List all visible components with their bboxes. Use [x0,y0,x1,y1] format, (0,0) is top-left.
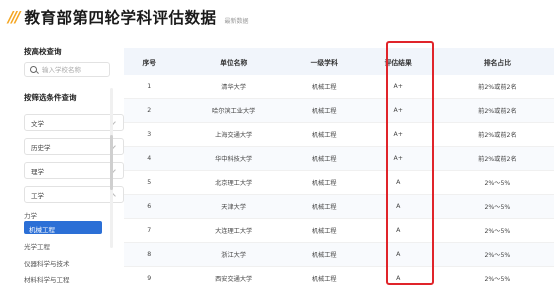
subcategory-item-materials-science[interactable]: 材料科学与工程 [24,274,70,284]
cell-ranking: 前2%或前2名 [478,84,517,91]
cell-ranking: 2%～5% [484,180,511,187]
cell-discipline: 机械工程 [311,228,337,235]
filter-category-science[interactable]: 理学 [24,162,124,179]
school-query-heading: 按高校查询 [24,47,62,56]
filter-category-engineering[interactable]: 工学 [24,186,124,203]
table-row: 3 上海交通大学 机械工程 A+ 前2%或前2名 [124,123,554,147]
sidebar-scrollbar-thumb[interactable] [110,135,113,190]
cell-index: 7 [147,227,152,234]
sidebar: 按高校查询 按筛选条件查询 文学 历史学 理学 工学 力学 机械工程 光学工程 … [20,40,124,286]
cell-index: 1 [147,83,152,90]
cell-discipline: 机械工程 [311,180,337,187]
filter-category-history[interactable]: 历史学 [24,138,124,155]
cell-school: 大连理工大学 [215,228,253,235]
title-decoration-icon: /// [8,8,21,26]
cell-discipline: 机械工程 [311,108,337,115]
table-row: 6 天津大学 机械工程 A 2%～5% [124,195,554,219]
filter-category-literature[interactable]: 文学 [24,114,124,131]
filter-category-label: 文学 [31,119,44,128]
cell-index: 5 [147,179,152,186]
column-header-discipline: 一级学科 [310,58,338,67]
cell-ranking: 2%～5% [484,228,511,235]
subcategory-item-mechanics[interactable]: 力学 [24,210,37,220]
cell-result: A [396,251,401,258]
cell-index: 3 [147,131,152,138]
cell-result: A+ [393,83,403,90]
cell-result: A [396,275,401,282]
column-header-index: 序号 [142,58,157,67]
cell-ranking: 前2%或前2名 [478,108,517,115]
results-table: 序号 单位名称 一级学科 评估结果 排名占比 1 清华大学 机械工程 A+ 前2… [124,42,554,286]
table-row: 1 清华大学 机械工程 A+ 前2%或前2名 [124,75,554,99]
cell-discipline: 机械工程 [311,252,337,259]
cell-index: 4 [147,155,152,162]
cell-ranking: 2%～5% [484,276,511,283]
subcategory-item-mechanical-engineering[interactable]: 机械工程 [24,221,102,234]
table-row: 9 西安交通大学 机械工程 A 2%～5% [124,267,554,286]
cell-ranking: 前2%或前2名 [478,156,517,163]
filter-query-heading: 按筛选条件查询 [24,93,77,102]
table-row: 8 浙江大学 机械工程 A 2%～5% [124,243,554,267]
filter-category-label: 工学 [31,191,44,200]
cell-index: 6 [147,203,152,210]
cell-school: 浙江大学 [221,252,247,259]
cell-discipline: 机械工程 [311,156,337,163]
cell-school: 北京理工大学 [215,180,253,187]
cell-result: A [396,203,401,210]
table-row: 7 大连理工大学 机械工程 A 2%～5% [124,219,554,243]
cell-ranking: 2%～5% [484,204,511,211]
cell-school: 哈尔滨工业大学 [212,108,256,115]
table-row: 5 北京理工大学 机械工程 A 2%～5% [124,171,554,195]
cell-index: 2 [147,107,152,114]
filter-category-label: 历史学 [31,143,51,152]
cell-result: A+ [393,131,403,138]
table-row: 4 华中科技大学 机械工程 A+ 前2%或前2名 [124,147,554,171]
cell-index: 9 [147,275,152,282]
cell-school: 华中科技大学 [215,156,253,163]
cell-result: A+ [393,107,403,114]
cell-discipline: 机械工程 [311,84,337,91]
school-search-input[interactable] [42,65,102,74]
cell-result: A [396,179,401,186]
page-header: /// 教育部第四轮学科评估数据 最新数据 [8,4,248,30]
cell-school: 清华大学 [221,84,247,91]
cell-discipline: 机械工程 [311,204,337,211]
search-icon [30,66,37,73]
subcategory-item-instrument-science[interactable]: 仪器科学与技术 [24,258,70,268]
school-search-box[interactable] [24,62,110,77]
column-header-school: 单位名称 [220,58,248,67]
table-row: 2 哈尔滨工业大学 机械工程 A+ 前2%或前2名 [124,99,554,123]
cell-index: 8 [147,251,152,258]
cell-school: 西安交通大学 [215,276,253,283]
cell-result: A [396,227,401,234]
cell-ranking: 2%～5% [484,252,511,259]
cell-result: A+ [393,155,403,162]
cell-discipline: 机械工程 [311,132,337,139]
page-subtitle: 最新数据 [224,17,249,25]
subcategory-item-optical-engineering[interactable]: 光学工程 [24,241,50,251]
cell-ranking: 前2%或前2名 [478,132,517,139]
column-header-ranking: 排名占比 [483,58,511,67]
filter-category-label: 理学 [31,167,44,176]
cell-school: 上海交通大学 [215,132,253,139]
column-header-result: 评估结果 [384,58,412,67]
table-header: 序号 单位名称 一级学科 评估结果 排名占比 [124,48,554,75]
cell-discipline: 机械工程 [311,276,337,283]
cell-school: 天津大学 [221,204,247,211]
page-title: 教育部第四轮学科评估数据 [24,9,217,27]
